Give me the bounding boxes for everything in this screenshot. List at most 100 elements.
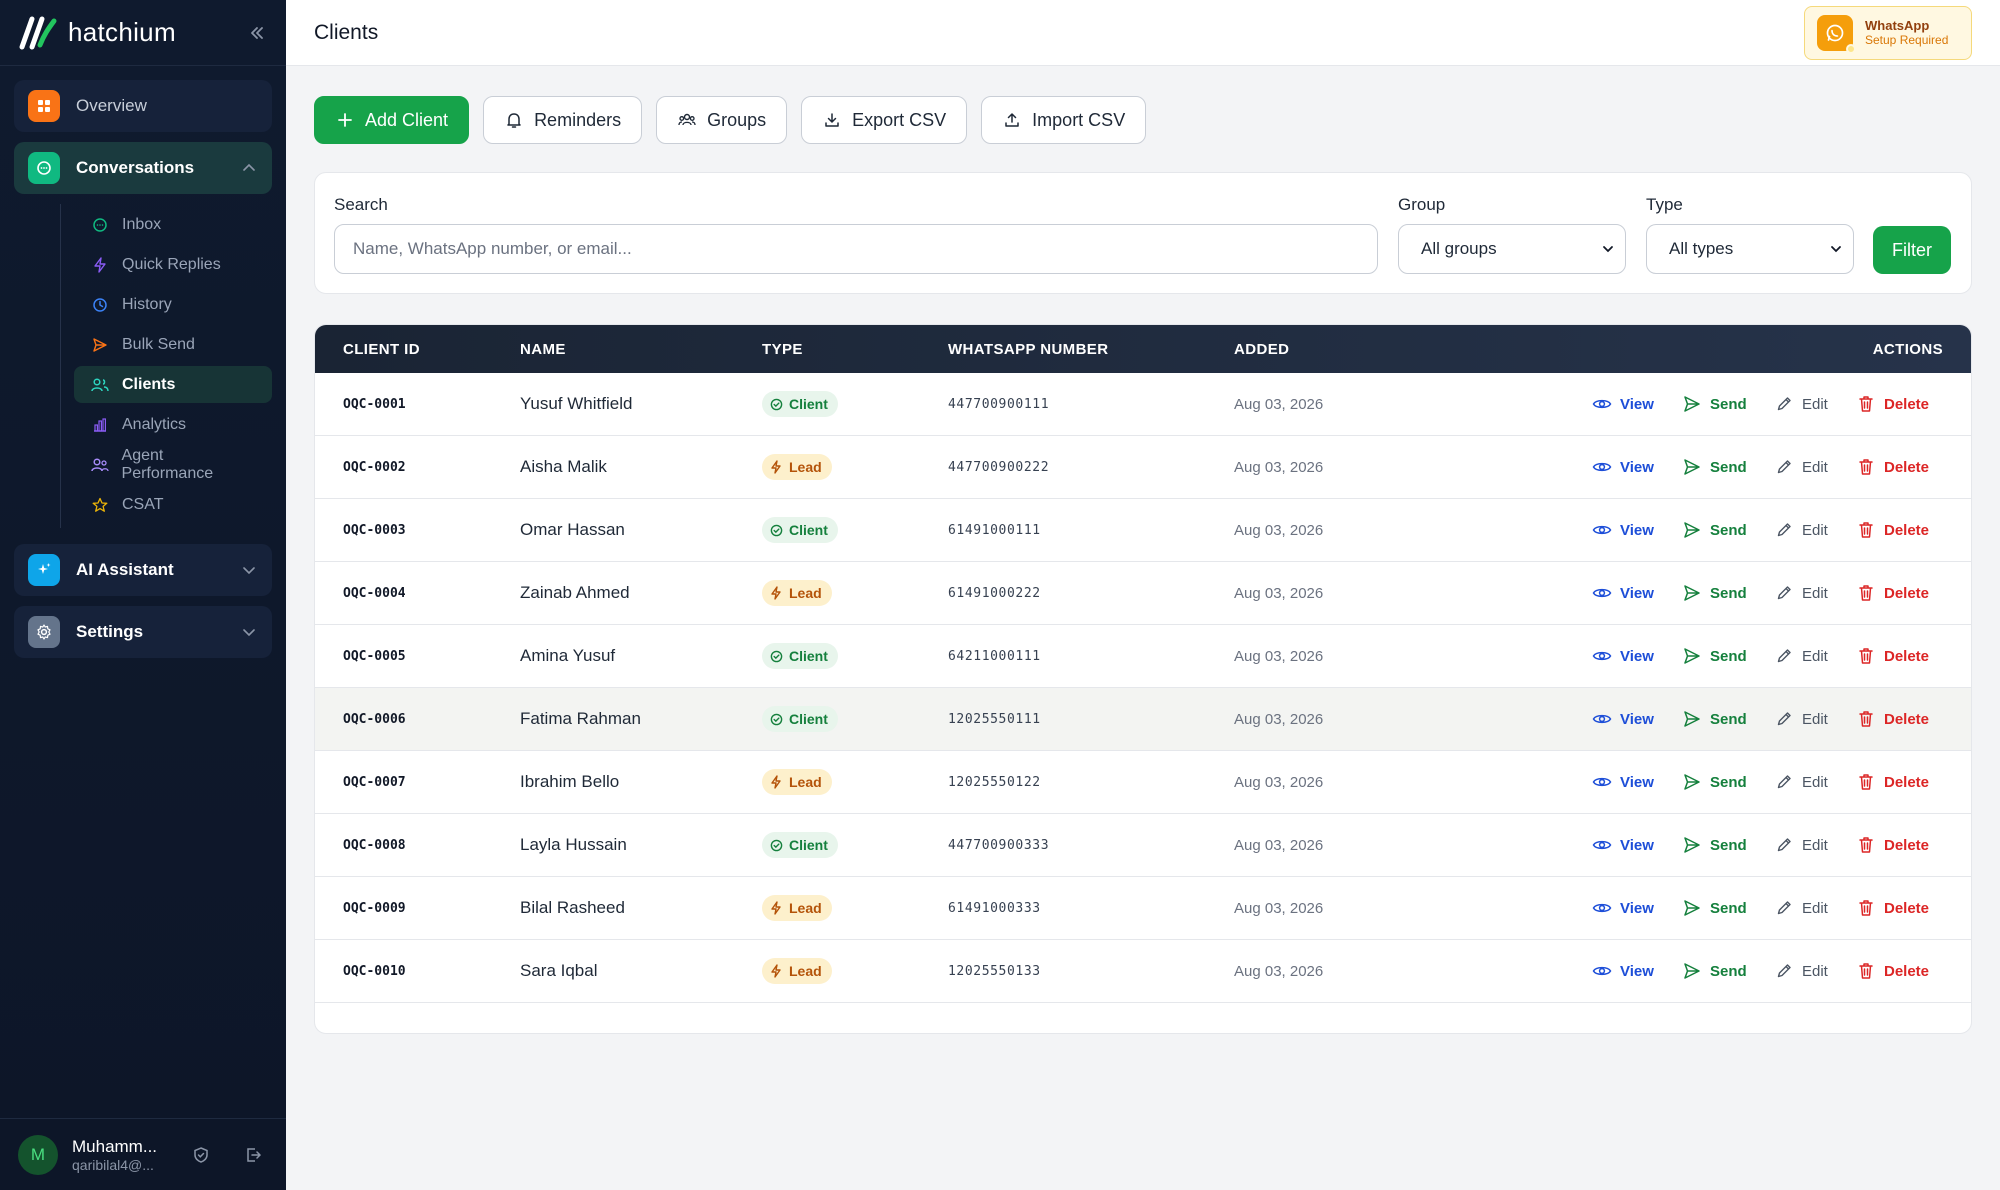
export-csv-button[interactable]: Export CSV bbox=[801, 96, 968, 144]
header-whatsapp[interactable]: WHATSAPP NUMBER bbox=[948, 341, 1108, 358]
whatsapp-setup-card[interactable]: WhatsApp Setup Required bbox=[1804, 5, 1972, 60]
type-select[interactable]: All types bbox=[1646, 224, 1854, 274]
groups-button[interactable]: Groups bbox=[656, 96, 788, 144]
added-date-cell: Aug 03, 2026 bbox=[1234, 521, 1324, 539]
view-button[interactable]: View bbox=[1592, 898, 1654, 918]
sidebar-item-settings[interactable]: Settings bbox=[14, 606, 272, 658]
delete-button[interactable]: Delete bbox=[1856, 772, 1929, 792]
delete-button[interactable]: Delete bbox=[1856, 457, 1929, 477]
view-button[interactable]: View bbox=[1592, 394, 1654, 414]
sidebar-item-ai-assistant[interactable]: AI Assistant bbox=[14, 544, 272, 596]
send-button[interactable]: Send bbox=[1682, 646, 1747, 666]
send-button[interactable]: Send bbox=[1682, 394, 1747, 414]
edit-button[interactable]: Edit bbox=[1774, 394, 1828, 414]
table-row[interactable]: OQC-0002 Aisha Malik Lead 447700900222 A… bbox=[315, 436, 1971, 499]
edit-button[interactable]: Edit bbox=[1774, 583, 1828, 603]
nav-group-ai-assistant: AI Assistant bbox=[14, 544, 272, 596]
import-csv-button[interactable]: Import CSV bbox=[981, 96, 1147, 144]
table-row[interactable]: OQC-0010 Sara Iqbal Lead 12025550133 Aug… bbox=[315, 940, 1971, 1003]
edit-button[interactable]: Edit bbox=[1774, 646, 1828, 666]
table-row[interactable]: OQC-0006 Fatima Rahman Client 1202555011… bbox=[315, 688, 1971, 751]
header-type[interactable]: TYPE bbox=[762, 341, 803, 358]
edit-button[interactable]: Edit bbox=[1774, 961, 1828, 981]
logout-icon[interactable] bbox=[242, 1144, 264, 1166]
sidebar-item-csat[interactable]: CSAT bbox=[74, 486, 272, 523]
delete-button[interactable]: Delete bbox=[1856, 709, 1929, 729]
delete-button[interactable]: Delete bbox=[1856, 961, 1929, 981]
bolt-icon bbox=[770, 775, 784, 789]
reminders-button[interactable]: Reminders bbox=[483, 96, 643, 144]
delete-button[interactable]: Delete bbox=[1856, 646, 1929, 666]
table-row[interactable]: OQC-0008 Layla Hussain Client 4477009003… bbox=[315, 814, 1971, 877]
table-row[interactable]: OQC-0005 Amina Yusuf Client 64211000111 … bbox=[315, 625, 1971, 688]
chevron-down-icon[interactable] bbox=[240, 623, 258, 641]
eye-icon bbox=[1592, 898, 1612, 918]
view-button[interactable]: View bbox=[1592, 961, 1654, 981]
view-button[interactable]: View bbox=[1592, 709, 1654, 729]
filter-button[interactable]: Filter bbox=[1873, 226, 1951, 274]
chevron-down-icon[interactable] bbox=[240, 561, 258, 579]
edit-button[interactable]: Edit bbox=[1774, 835, 1828, 855]
sidebar-item-bulk-send[interactable]: Bulk Send bbox=[74, 326, 272, 363]
header-name[interactable]: NAME bbox=[520, 341, 566, 358]
sidebar-item-label: CSAT bbox=[122, 495, 164, 513]
send-button[interactable]: Send bbox=[1682, 898, 1747, 918]
table-row[interactable]: OQC-0009 Bilal Rasheed Lead 61491000333 … bbox=[315, 877, 1971, 940]
send-label: Send bbox=[1710, 710, 1747, 728]
delete-button[interactable]: Delete bbox=[1856, 394, 1929, 414]
edit-button[interactable]: Edit bbox=[1774, 520, 1828, 540]
send-label: Send bbox=[1710, 899, 1747, 917]
delete-button[interactable]: Delete bbox=[1856, 520, 1929, 540]
client-name-cell: Zainab Ahmed bbox=[520, 583, 630, 602]
sidebar-item-analytics[interactable]: Analytics bbox=[74, 406, 272, 443]
sidebar-item-conversations[interactable]: Conversations bbox=[14, 142, 272, 194]
status-badge: Client bbox=[762, 706, 838, 732]
search-input[interactable]: Name, WhatsApp number, or email... bbox=[334, 224, 1378, 274]
send-button[interactable]: Send bbox=[1682, 457, 1747, 477]
send-button[interactable]: Send bbox=[1682, 583, 1747, 603]
sidebar-item-clients[interactable]: Clients bbox=[74, 366, 272, 403]
badge-label: Lead bbox=[789, 585, 822, 601]
chevron-up-icon[interactable] bbox=[240, 159, 258, 177]
group-select[interactable]: All groups bbox=[1398, 224, 1626, 274]
view-button[interactable]: View bbox=[1592, 583, 1654, 603]
sidebar-item-history[interactable]: History bbox=[74, 286, 272, 323]
add-client-button[interactable]: Add Client bbox=[314, 96, 470, 144]
edit-button[interactable]: Edit bbox=[1774, 772, 1828, 792]
send-button[interactable]: Send bbox=[1682, 772, 1747, 792]
send-button[interactable]: Send bbox=[1682, 835, 1747, 855]
edit-button[interactable]: Edit bbox=[1774, 898, 1828, 918]
header-added[interactable]: ADDED bbox=[1234, 341, 1289, 358]
send-button[interactable]: Send bbox=[1682, 709, 1747, 729]
view-button[interactable]: View bbox=[1592, 520, 1654, 540]
view-button[interactable]: View bbox=[1592, 772, 1654, 792]
client-name-cell: Fatima Rahman bbox=[520, 709, 641, 728]
header-client-id[interactable]: CLIENT ID bbox=[343, 341, 420, 358]
delete-button[interactable]: Delete bbox=[1856, 583, 1929, 603]
sidebar-item-quick-replies[interactable]: Quick Replies bbox=[74, 246, 272, 283]
view-button[interactable]: View bbox=[1592, 646, 1654, 666]
send-button[interactable]: Send bbox=[1682, 961, 1747, 981]
view-button[interactable]: View bbox=[1592, 457, 1654, 477]
delete-button[interactable]: Delete bbox=[1856, 898, 1929, 918]
view-label: View bbox=[1620, 521, 1654, 539]
table-row[interactable]: OQC-0001 Yusuf Whitfield Client 44770090… bbox=[315, 373, 1971, 436]
delete-button[interactable]: Delete bbox=[1856, 835, 1929, 855]
edit-button[interactable]: Edit bbox=[1774, 457, 1828, 477]
sidebar-item-inbox[interactable]: Inbox bbox=[74, 206, 272, 243]
send-button[interactable]: Send bbox=[1682, 520, 1747, 540]
table-row[interactable]: OQC-0007 Ibrahim Bello Lead 12025550122 … bbox=[315, 751, 1971, 814]
edit-button[interactable]: Edit bbox=[1774, 709, 1828, 729]
shield-icon[interactable] bbox=[190, 1144, 212, 1166]
sidebar-item-agent-performance[interactable]: Agent Performance bbox=[74, 446, 272, 483]
avatar[interactable]: M bbox=[18, 1134, 58, 1175]
type-cell: Lead bbox=[762, 769, 832, 795]
pencil-icon bbox=[1774, 709, 1794, 729]
table-row[interactable]: OQC-0003 Omar Hassan Client 61491000111 … bbox=[315, 499, 1971, 562]
sidebar-item-overview[interactable]: Overview bbox=[14, 80, 272, 132]
collapse-sidebar-icon[interactable] bbox=[246, 22, 268, 44]
nav-group-overview: Overview bbox=[14, 80, 272, 132]
table-row[interactable]: OQC-0004 Zainab Ahmed Lead 61491000222 A… bbox=[315, 562, 1971, 625]
whatsapp-number-cell: 61491000333 bbox=[948, 900, 1041, 916]
view-button[interactable]: View bbox=[1592, 835, 1654, 855]
